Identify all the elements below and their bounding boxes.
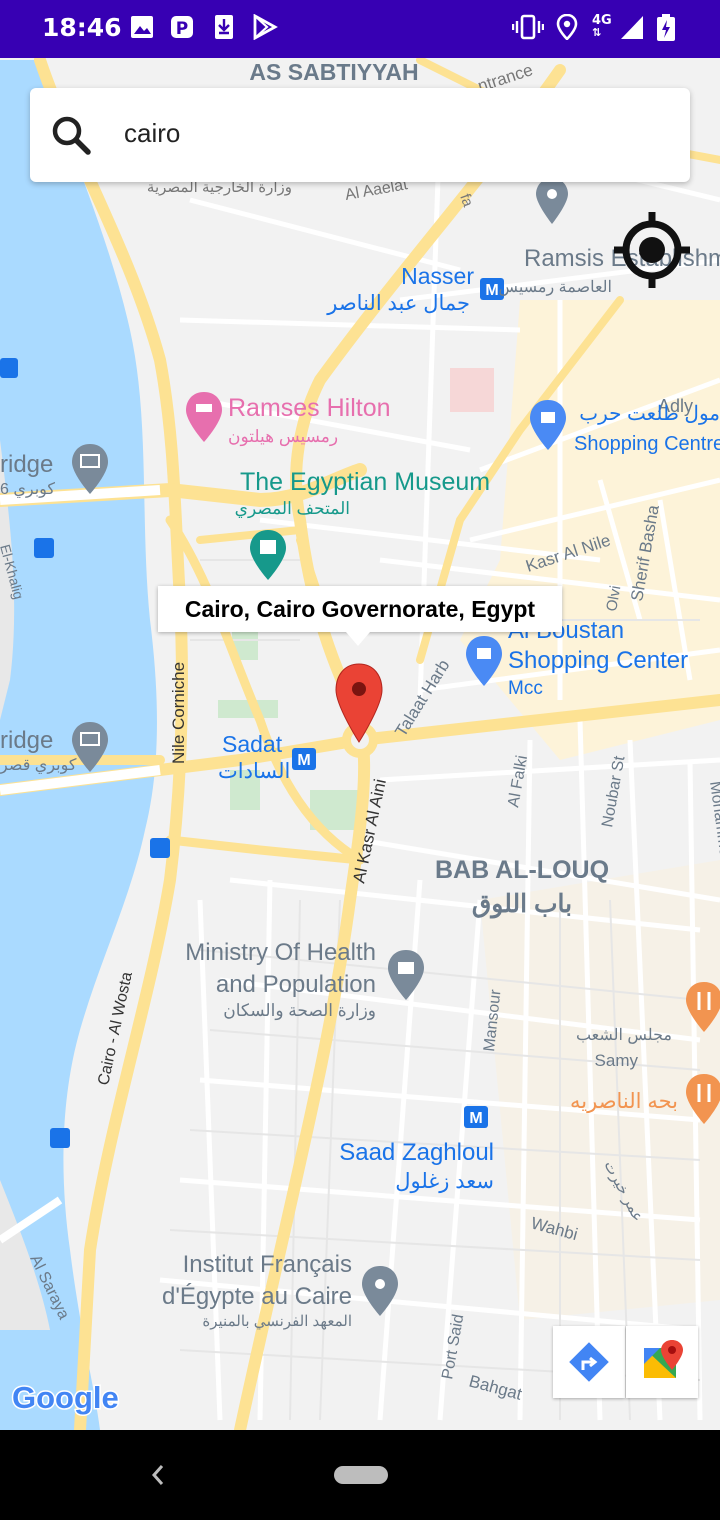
district-label: BAB AL-LOUQ (435, 856, 609, 884)
metro-label-ar: سعد زغلول (395, 1170, 494, 1194)
svg-text:M: M (485, 282, 498, 299)
google-maps-icon (644, 1340, 683, 1378)
place-label: d'Égypte au Caire (162, 1283, 352, 1310)
ferry-icon[interactable] (0, 358, 18, 378)
museum-label-ar: المتحف المصري (235, 499, 350, 519)
directions-button[interactable] (553, 1326, 625, 1398)
signal-icon (621, 16, 643, 39)
street-label: Samy (595, 1051, 639, 1070)
mall-label-ar: مول طلعت حرب (579, 403, 720, 425)
info-window-pointer (346, 632, 370, 646)
vibrate-icon (512, 14, 544, 40)
street-label: Nile Corniche (169, 662, 188, 764)
metro-label: Saad Zaghloul (339, 1139, 494, 1166)
image-icon (131, 16, 153, 38)
ferry-icon[interactable] (34, 538, 54, 558)
place-label-ar: كوبري 6 (0, 481, 55, 498)
search-bar[interactable]: cairo (30, 88, 690, 182)
network-type: 4G ⇅ (592, 13, 612, 39)
place-label: ridge (0, 727, 53, 754)
battery-icon (657, 14, 675, 41)
search-input[interactable]: cairo (124, 118, 180, 149)
status-time: 18:46 (42, 13, 122, 42)
open-in-maps-button[interactable] (626, 1326, 698, 1398)
metro-label: Sadat (222, 731, 283, 757)
metro-label-ar: السادات (218, 760, 290, 783)
place-label-ar: العاصمة رمسيس (498, 279, 612, 296)
marker-info-window[interactable]: Cairo, Cairo Governorate, Egypt (158, 586, 562, 632)
location-icon (556, 14, 578, 40)
directions-icon (569, 1342, 609, 1382)
place-label-ar: المعهد الفرنسي بالمنيرة (202, 1313, 352, 1330)
status-bar: 18:46 P 4G ⇅ (0, 0, 720, 58)
download-icon (215, 15, 233, 39)
google-logo: Google (12, 1380, 119, 1415)
metro-icon[interactable]: M (292, 748, 316, 770)
mall-label: Mcc (508, 678, 543, 699)
mall-label: Shopping Centre (574, 433, 720, 455)
place-label-ar: مجلس الشعب (576, 1027, 672, 1044)
place-label: Institut Français (183, 1251, 352, 1278)
district-label: AS SABTIYYAH (249, 59, 418, 85)
home-pill[interactable] (334, 1466, 388, 1484)
place-label-ar: كوبري قصر (0, 757, 77, 774)
p-icon: P (171, 16, 193, 39)
svg-text:P: P (176, 19, 188, 39)
search-icon[interactable] (48, 112, 94, 158)
back-icon[interactable] (148, 1462, 168, 1488)
ferry-icon[interactable] (150, 838, 170, 858)
svg-text:M: M (469, 1110, 482, 1127)
place-label: Ministry Of Health (185, 939, 376, 966)
museum-label: The Egyptian Museum (240, 468, 490, 496)
place-label: and Population (216, 971, 376, 998)
place-label: ridge (0, 451, 53, 478)
my-location-icon[interactable] (612, 210, 692, 290)
restaurant-label-ar: بحه الناصريه (570, 1090, 678, 1114)
info-window-title: Cairo, Cairo Governorate, Egypt (184, 596, 536, 622)
hotel-label: Ramses Hilton (228, 394, 391, 422)
hospital-area (450, 368, 494, 412)
metro-icon[interactable]: M (464, 1106, 488, 1128)
mall-label: Shopping Center (508, 647, 688, 674)
metro-label: Nasser (401, 263, 474, 289)
place-label-ar: وزارة الصحة والسكان (223, 1001, 376, 1021)
metro-label-ar: جمال عبد الناصر (326, 292, 470, 316)
ferry-icon[interactable] (50, 1128, 70, 1148)
play-store-icon (253, 14, 278, 40)
district-label-ar: باب اللوق (472, 890, 572, 919)
hotel-label-ar: رمسيس هيلتون (228, 427, 338, 447)
svg-text:M: M (297, 752, 310, 769)
